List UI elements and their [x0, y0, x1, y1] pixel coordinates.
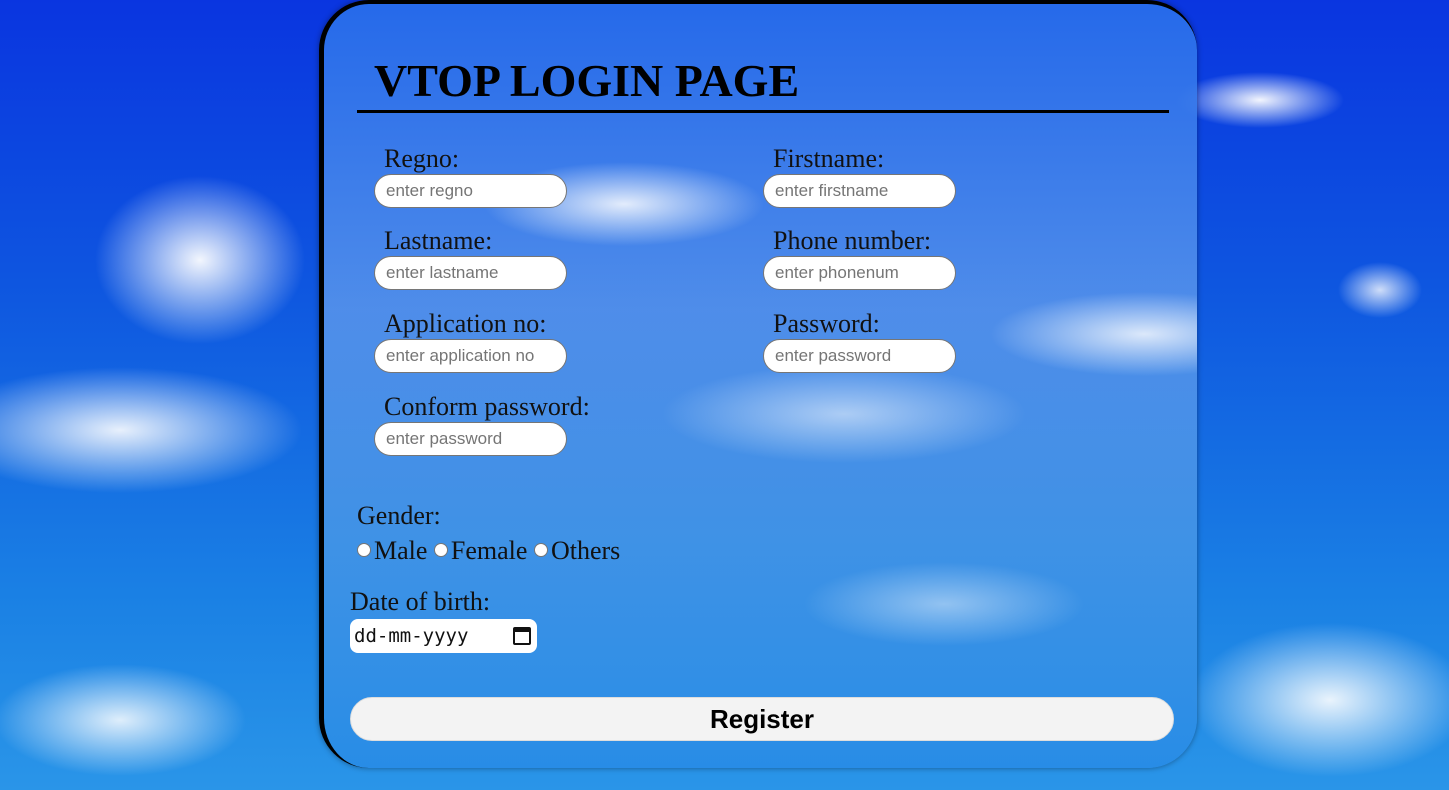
confirm-password-input[interactable]	[374, 422, 567, 456]
application-field-group: Application no:	[374, 309, 567, 373]
calendar-icon[interactable]	[513, 627, 531, 645]
gender-female-label: Female	[450, 536, 528, 565]
firstname-label: Firstname:	[773, 144, 885, 173]
firstname-field-group: Firstname:	[763, 144, 956, 208]
dob-label: Date of birth:	[350, 587, 491, 616]
registration-card: VTOP LOGIN PAGE Regno: Firstname: Lastna…	[319, 0, 1197, 768]
gender-female-radio[interactable]	[433, 543, 448, 557]
page-title: VTOP LOGIN PAGE	[374, 55, 800, 106]
lastname-input[interactable]	[374, 256, 567, 290]
dob-input[interactable]: dd-mm-yyyy	[350, 619, 537, 653]
gender-label: Gender:	[357, 501, 441, 530]
gender-male-label: Male	[374, 536, 428, 565]
confirm-password-label: Conform password:	[384, 392, 590, 421]
regno-input[interactable]	[374, 174, 567, 208]
register-button[interactable]: Register	[350, 697, 1174, 741]
confirm-password-field-group: Conform password:	[374, 392, 590, 456]
lastname-field-group: Lastname:	[374, 226, 567, 290]
phone-label: Phone number:	[773, 226, 932, 255]
regno-label: Regno:	[384, 144, 460, 173]
gender-others-label: Others	[550, 536, 621, 565]
gender-male-radio[interactable]	[357, 543, 371, 557]
phone-field-group: Phone number:	[763, 226, 956, 290]
title-divider	[357, 110, 1169, 113]
firstname-input[interactable]	[763, 174, 956, 208]
dob-placeholder: dd-mm-yyyy	[354, 625, 469, 647]
application-input[interactable]	[374, 339, 567, 373]
phone-input[interactable]	[763, 256, 956, 290]
application-label: Application no:	[384, 309, 547, 338]
gender-options: Male Female Others	[357, 536, 620, 566]
password-field-group: Password:	[763, 309, 956, 373]
gender-others-radio[interactable]	[533, 543, 548, 557]
lastname-label: Lastname:	[384, 226, 493, 255]
regno-field-group: Regno:	[374, 144, 567, 208]
password-label: Password:	[773, 309, 880, 338]
password-input[interactable]	[763, 339, 956, 373]
